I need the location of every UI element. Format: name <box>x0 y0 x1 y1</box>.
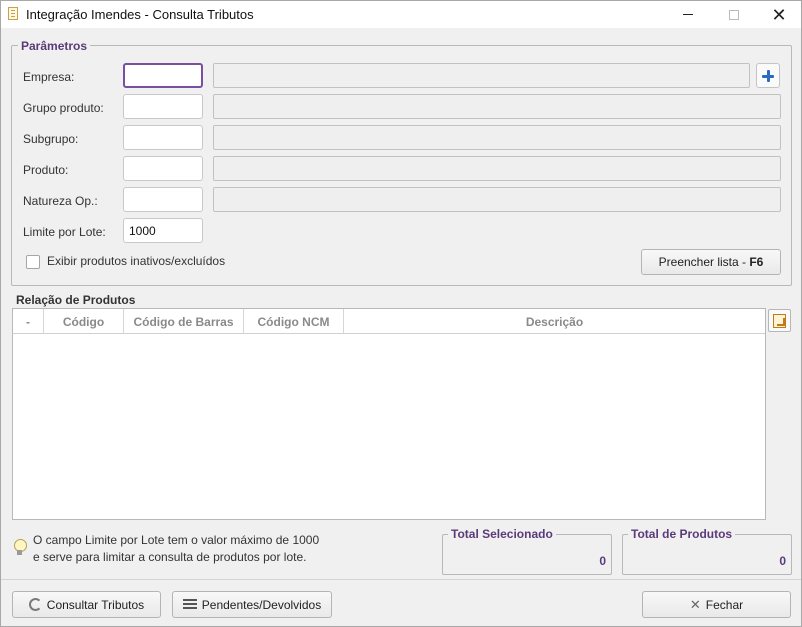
refresh-icon <box>28 598 42 611</box>
total-selected-value: 0 <box>599 554 606 568</box>
column-header-codigo[interactable]: Código <box>44 309 124 334</box>
produto-code-input[interactable] <box>123 156 203 181</box>
natureza-op-code-input[interactable] <box>123 187 203 212</box>
column-header-codigo-ncm[interactable]: Código NCM <box>244 309 344 334</box>
column-header-codigo-barras[interactable]: Código de Barras <box>124 309 244 334</box>
minimize-button[interactable] <box>665 1 711 28</box>
maximize-icon <box>729 9 739 20</box>
total-selected-label: Total Selecionado <box>448 527 556 541</box>
parameters-group: Parâmetros Empresa: Grupo produto: Subgr… <box>11 39 792 286</box>
natureza-op-description-field <box>213 187 781 212</box>
fill-list-label: Preencher lista - <box>658 255 750 269</box>
export-icon <box>773 313 786 328</box>
close-button-label: Fechar <box>705 597 744 612</box>
main-window: Integração Imendes - Consulta Tributos ✕… <box>0 0 802 627</box>
empresa-code-input[interactable] <box>123 63 203 88</box>
products-table[interactable]: - Código Código de Barras Código NCM Des… <box>12 308 766 520</box>
natureza-op-label: Natureza Op.: <box>23 194 98 208</box>
limit-info-line-1: O campo Limite por Lote tem o valor máxi… <box>33 533 320 547</box>
plus-icon <box>762 69 774 82</box>
subgrupo-description-field <box>213 125 781 150</box>
total-products-label: Total de Produtos <box>628 527 736 541</box>
fill-list-shortcut: F6 <box>749 255 764 269</box>
inactive-products-label: Exibir produtos inativos/excluídos <box>47 254 226 268</box>
title-bar: Integração Imendes - Consulta Tributos ✕ <box>1 1 801 28</box>
add-empresa-button[interactable] <box>756 63 780 88</box>
inactive-products-checkbox[interactable] <box>26 255 40 269</box>
limite-lote-input[interactable] <box>123 218 203 243</box>
produto-label: Produto: <box>23 163 69 177</box>
close-window-button[interactable]: ✕ <box>756 1 802 28</box>
maximize-button[interactable] <box>711 1 757 28</box>
pending-returned-label: Pendentes/Devolvidos <box>201 597 322 612</box>
limite-lote-label: Limite por Lote: <box>23 225 106 239</box>
limit-info-line-2: e serve para limitar a consulta de produ… <box>33 550 307 564</box>
grupo-produto-description-field <box>213 94 781 119</box>
produto-description-field <box>213 156 781 181</box>
fill-list-button[interactable]: Preencher lista - F6 <box>641 249 781 275</box>
column-header-descricao[interactable]: Descrição <box>344 309 765 334</box>
empresa-label: Empresa: <box>23 70 75 84</box>
total-products-box: Total de Produtos 0 <box>622 527 792 575</box>
close-button[interactable]: ✕ Fechar <box>642 591 791 618</box>
minimize-icon <box>683 14 693 15</box>
subgrupo-label: Subgrupo: <box>23 132 79 146</box>
total-selected-box: Total Selecionado 0 <box>442 527 612 575</box>
limit-info-text: O campo Limite por Lote tem o valor máxi… <box>33 532 319 566</box>
lightbulb-icon <box>14 539 27 555</box>
consult-taxes-button[interactable]: Consultar Tributos <box>12 591 161 618</box>
parameters-legend: Parâmetros <box>18 39 91 53</box>
total-products-value: 0 <box>779 554 786 568</box>
list-icon <box>182 599 197 610</box>
products-section-title: Relação de Produtos <box>16 293 136 307</box>
subgrupo-code-input[interactable] <box>123 125 203 150</box>
grupo-produto-label: Grupo produto: <box>23 101 104 115</box>
window-title: Integração Imendes - Consulta Tributos <box>26 7 254 22</box>
app-icon <box>8 7 18 20</box>
products-table-header: - Código Código de Barras Código NCM Des… <box>13 309 765 334</box>
grupo-produto-code-input[interactable] <box>123 94 203 119</box>
close-icon: ✕ <box>771 4 787 25</box>
empresa-description-field <box>213 63 750 88</box>
close-x-icon: ✕ <box>689 597 701 612</box>
export-button[interactable] <box>768 309 791 332</box>
consult-taxes-label: Consultar Tributos <box>46 597 145 612</box>
column-header-select[interactable]: - <box>13 309 44 334</box>
pending-returned-button[interactable]: Pendentes/Devolvidos <box>172 591 332 618</box>
